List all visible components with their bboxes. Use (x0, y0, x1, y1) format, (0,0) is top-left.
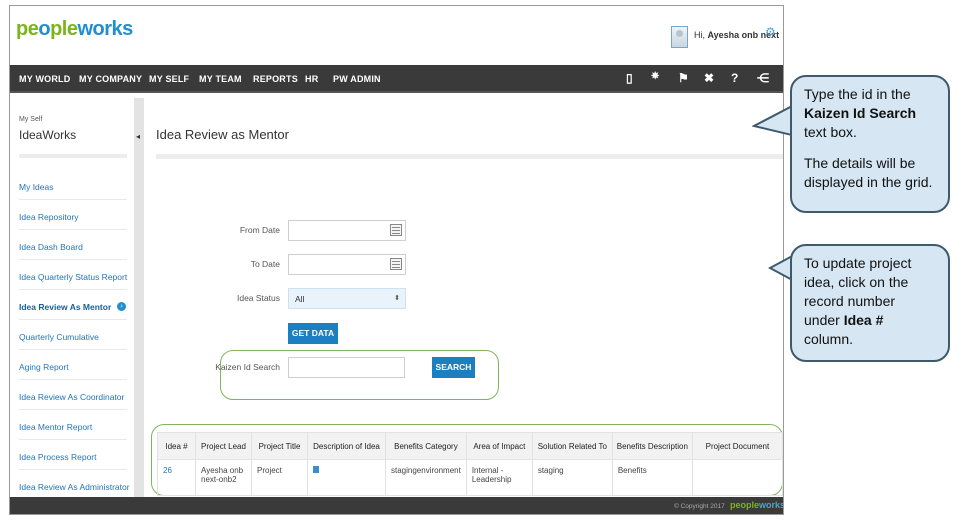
col-solution-related[interactable]: Solution Related To (531, 432, 613, 460)
project-document-cell (691, 459, 783, 496)
footer: © Copyright 2017 peopleworks (10, 497, 784, 514)
calendar-icon[interactable] (390, 224, 402, 236)
chevron-left-icon: ◂ (136, 132, 141, 141)
table-header-row: Idea # Project Lead Project Title Descri… (157, 432, 783, 460)
col-benefits-description[interactable]: Benefits Description (611, 432, 693, 460)
sidebar-item-idea-mentor-report[interactable]: Idea Mentor Report (19, 422, 92, 432)
peopleworks-logo[interactable]: peopleworks (16, 18, 133, 41)
sidebar-item-idea-review-as-mentor[interactable]: Idea Review As Mentor (19, 302, 111, 312)
ideas-grid: Idea # Project Lead Project Title Descri… (157, 432, 783, 496)
help-icon[interactable]: ? (731, 71, 738, 85)
main-nav: MY WORLD MY COMPANY MY SELF MY TEAM REPO… (10, 65, 783, 93)
book-icon[interactable]: ▯ (626, 71, 633, 85)
tools-icon[interactable]: ✖ (704, 71, 714, 85)
sidebar-item-quarterly-cumulative[interactable]: Quarterly Cumulative (19, 332, 99, 342)
callout-kaizen-search: Type the id in the Kaizen Id Search text… (790, 75, 950, 213)
sidebar-subtitle: My Self (19, 116, 43, 123)
chevron-down-icon: ⬍ (394, 295, 400, 302)
project-lead-cell: Ayesha onb next-onb2 (195, 459, 252, 496)
share-icon[interactable]: ⋲ (757, 71, 769, 85)
col-project-document[interactable]: Project Document (691, 432, 783, 460)
col-area-of-impact[interactable]: Area of Impact (465, 432, 533, 460)
active-indicator-icon: › (117, 302, 126, 311)
kaizen-id-search-input[interactable] (288, 357, 405, 378)
app-screenshot: peopleworks Hi, Ayesha onb next ⚙ MY WOR… (9, 5, 784, 515)
idea-status-select[interactable]: All ⬍ (288, 288, 406, 309)
nav-my-world[interactable]: MY WORLD (19, 74, 70, 84)
nav-my-team[interactable]: MY TEAM (199, 74, 242, 84)
copyright-text: © Copyright 2017 (674, 503, 725, 510)
flag-icon[interactable]: ⚑ (678, 71, 689, 85)
sidebar: My Self IdeaWorks My Ideas Idea Reposito… (10, 98, 137, 498)
search-button[interactable]: SEARCH (432, 357, 475, 378)
idea-status-label: Idea Status (236, 293, 280, 303)
sidebar-item-idea-quarterly-status-report[interactable]: Idea Quarterly Status Report (19, 272, 127, 282)
sidebar-item-my-ideas[interactable]: My Ideas (19, 182, 54, 192)
table-row: 26 Ayesha onb next-onb2 Project stagingen… (157, 459, 783, 496)
sidebar-item-idea-review-as-administrator[interactable]: Idea Review As Administrator (19, 482, 130, 492)
nav-my-company[interactable]: MY COMPANY (79, 74, 142, 84)
col-project-title[interactable]: Project Title (251, 432, 308, 460)
bulb-icon[interactable]: ✵ (651, 71, 659, 82)
benefits-description-cell: Benefits (611, 459, 693, 496)
sidebar-divider (19, 154, 127, 158)
to-date-label: To Date (250, 259, 280, 269)
nav-hr[interactable]: HR (305, 74, 318, 84)
gear-icon[interactable]: ⚙ (765, 25, 776, 39)
sidebar-item-idea-dash-board[interactable]: Idea Dash Board (19, 242, 83, 252)
sidebar-item-idea-review-as-coordinator[interactable]: Idea Review As Coordinator (19, 392, 124, 402)
area-of-impact-cell: Internal - Leadership (465, 459, 533, 496)
document-icon[interactable] (313, 466, 319, 473)
from-date-label: From Date (239, 225, 280, 235)
col-idea-no[interactable]: Idea # (157, 432, 196, 460)
callout-idea-number: To update project idea, click on the rec… (790, 244, 950, 362)
calendar-icon[interactable] (390, 258, 402, 270)
nav-reports[interactable]: REPORTS (253, 74, 298, 84)
avatar[interactable] (671, 26, 688, 48)
kaizen-id-label: Kaizen Id Search (215, 362, 280, 372)
idea-number-link[interactable]: 26 (157, 459, 196, 496)
sidebar-item-idea-repository[interactable]: Idea Repository (19, 212, 79, 222)
col-description[interactable]: Description of Idea (307, 432, 386, 460)
description-cell (307, 459, 386, 496)
col-benefits-category[interactable]: Benefits Category (385, 432, 467, 460)
sidebar-collapse-handle[interactable]: ◂ (134, 98, 144, 498)
top-bar: peopleworks Hi, Ayesha onb next ⚙ (10, 6, 783, 64)
col-project-lead[interactable]: Project Lead (195, 432, 252, 460)
to-date-input[interactable] (288, 254, 406, 275)
solution-related-cell: staging (531, 459, 613, 496)
project-title-cell: Project (251, 459, 308, 496)
sidebar-item-aging-report[interactable]: Aging Report (19, 362, 69, 372)
benefits-category-cell: stagingenvironment (385, 459, 467, 496)
nav-my-self[interactable]: MY SELF (149, 74, 189, 84)
page-title: Idea Review as Mentor (156, 127, 289, 142)
nav-pw-admin[interactable]: PW ADMIN (333, 74, 381, 84)
title-divider (156, 154, 783, 159)
from-date-input[interactable] (288, 220, 406, 241)
footer-logo: peopleworks (730, 500, 784, 510)
sidebar-title: IdeaWorks (19, 128, 77, 142)
get-data-button[interactable]: GET DATA (288, 323, 338, 344)
sidebar-item-idea-process-report[interactable]: Idea Process Report (19, 452, 96, 462)
